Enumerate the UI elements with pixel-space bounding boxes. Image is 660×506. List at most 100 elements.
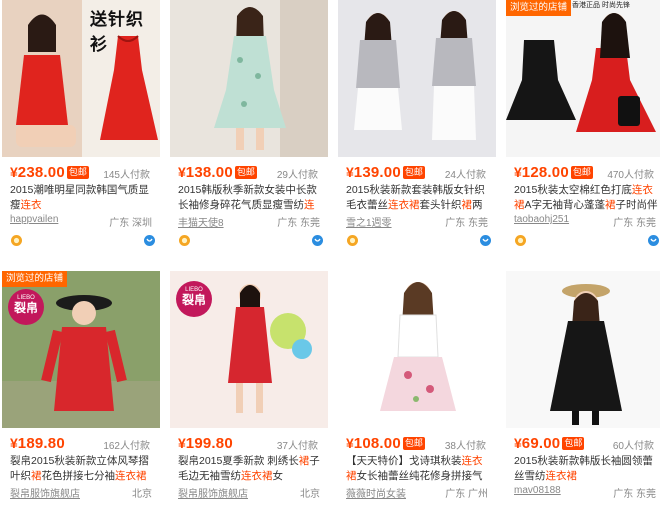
title-keyword: 连衣 (20, 199, 42, 211)
product-card[interactable]: ¥139.00 包邮 24人付款 2015秋装新款套装韩版女针织毛衣蕾丝连衣裙套头… (338, 0, 496, 262)
product-image[interactable] (338, 271, 496, 428)
dress-photo (170, 0, 328, 157)
wangwang-chat-icon[interactable] (647, 234, 660, 247)
card-icons (8, 234, 156, 248)
product-image[interactable]: 浏览过的店铺 LIEBO 裂帛 (2, 271, 160, 428)
shop-link[interactable]: 裂帛服饰旗舰店 (178, 485, 248, 500)
product-title-link[interactable]: 裂帛2015夏季新款 刺绣长裙子毛边无袖雪纺连衣裙女51140702 (178, 454, 324, 484)
product-title-link[interactable]: 2015秋装太空棉红色打底连衣裙A字无袖背心蓬蓬裙子时尚伴娘礼服 (514, 183, 660, 213)
price-line: ¥69.00 包邮 60人付款 (514, 435, 660, 452)
price-line: ¥189.80 162人付款 (10, 435, 156, 452)
shop-link[interactable]: mav08188 (514, 485, 561, 496)
price: 69.00 (521, 435, 561, 452)
dress-photo (338, 271, 496, 428)
promo-text: 送针织衫 (90, 10, 144, 54)
price-line: ¥128.00 包邮 470人付款 (514, 164, 660, 181)
visited-shop-badge: 浏览过的店铺 (506, 0, 572, 16)
free-shipping-badge: 包邮 (402, 437, 425, 450)
visited-shop-badge: 浏览过的店铺 (2, 271, 68, 287)
payers-count: 24人付款 (444, 170, 486, 181)
free-shipping-badge: 包邮 (234, 166, 257, 179)
title-text: 裂帛2015夏季新款 刺绣长 (178, 455, 299, 467)
shop-location: 广东 东莞 (613, 218, 656, 229)
currency-symbol: ¥ (514, 164, 522, 180)
shop-location: 广东 东莞 (445, 218, 488, 229)
price: 139.00 (353, 164, 401, 181)
product-image[interactable] (170, 0, 328, 157)
title-text: 套头针织 (419, 199, 462, 211)
payers-count: 38人付款 (444, 441, 486, 452)
liebo-logo-cn: 裂帛 (13, 301, 38, 315)
product-title-link[interactable]: 2015潮唯明星同款韩国气质显瘦连衣裙夏修身中裙无袖蓬蓬裙礼服秋 (10, 183, 156, 213)
medal-icon (515, 235, 526, 246)
price-line: ¥108.00 包邮 38人付款 (346, 435, 492, 452)
liebo-logo-en: LIEBO (185, 287, 203, 293)
title-keyword: 裙 (298, 455, 310, 467)
product-image[interactable]: 浏览过的店铺 香港正品 时尚先锋 (506, 0, 660, 157)
product-image[interactable] (506, 271, 660, 428)
medal-icon (347, 235, 358, 246)
shop-link[interactable]: 雪之1週零 (346, 214, 392, 229)
wangwang-chat-icon[interactable] (143, 234, 156, 247)
liebo-logo: LIEBO 裂帛 (176, 281, 212, 317)
price-line: ¥139.00 包邮 24人付款 (346, 164, 492, 181)
title-keyword: 裙 (31, 470, 42, 482)
shop-link[interactable]: 薇薇时尚女装 (346, 485, 406, 500)
shop-link[interactable]: taobaohj251 (514, 214, 569, 225)
payers-count: 29人付款 (276, 170, 318, 181)
product-image[interactable] (338, 0, 496, 157)
currency-symbol: ¥ (10, 164, 18, 180)
title-keyword: 连衣裙 (115, 470, 147, 482)
shop-location: 广东 东莞 (613, 489, 656, 500)
payers-count: 60人付款 (612, 441, 654, 452)
shop-location: 广东 东莞 (277, 218, 320, 229)
shop-location: 广东 广州 (445, 489, 488, 500)
price: 138.00 (185, 164, 233, 181)
free-shipping-badge: 包邮 (570, 166, 593, 179)
product-title-link[interactable]: 2015秋装新款韩版长袖圆领蕾丝雪纺连衣裙女 大码宽松a字打底裙短裙 (514, 454, 660, 484)
product-card[interactable]: 浏览过的店铺 LIEBO 裂帛 ¥189.80 162人付款 裂帛2015秋装新款立… (2, 271, 160, 506)
product-title-link[interactable]: 2015韩版秋季新款女装中长款长袖修身碎花气质显瘦雪纺连衣裙女裙 (178, 183, 324, 213)
product-card[interactable]: 送针织衫 ¥238.00 包邮 145人付款 2015潮唯明星同款韩国气质显瘦连衣… (2, 0, 160, 262)
medal-icon (179, 235, 190, 246)
liebo-logo-en: LIEBO (17, 295, 35, 301)
product-card[interactable]: ¥108.00 包邮 38人付款 【天天特价】戈诗琪秋装连衣裙女长袖蕾丝纯花修身拼… (338, 271, 496, 506)
wangwang-chat-icon[interactable] (311, 234, 324, 247)
product-title-link[interactable]: 裂帛2015秋装新款立体风琴摺叶织裙花色拼接七分袖连衣裙女51140711 (10, 454, 156, 484)
shop-link[interactable]: 丰猫天使8 (178, 214, 224, 229)
shop-link[interactable]: 裂帛服饰旗舰店 (10, 485, 80, 500)
title-text: 花色拼接七分袖 (41, 470, 116, 482)
brand-tag: 香港正品 时尚先锋 (572, 2, 630, 9)
title-keyword: 裙 (461, 199, 473, 211)
title-text: 2015秋装新款韩版长袖圆领蕾丝雪纺 (514, 455, 653, 482)
liebo-logo-cn: 裂帛 (181, 293, 206, 307)
card-icons (344, 234, 492, 248)
title-keyword: 连衣裙 (388, 199, 420, 211)
product-card[interactable]: LIEBO 裂帛 ¥199.80 37人付款 裂帛2015夏季新款 刺绣长裙子毛边… (170, 271, 328, 506)
free-shipping-badge: 包邮 (402, 166, 425, 179)
title-keyword: 连衣裙 (241, 470, 273, 482)
product-image[interactable]: 送针织衫 (2, 0, 160, 157)
title-text: A字无袖背心蓬蓬 (524, 199, 606, 211)
wangwang-chat-icon[interactable] (479, 234, 492, 247)
payers-count: 470人付款 (607, 170, 654, 181)
title-text: 2015韩版秋季新款女装中长款长袖修身碎花气质显瘦雪纺 (178, 184, 317, 211)
price-line: ¥138.00 包邮 29人付款 (178, 164, 324, 181)
currency-symbol: ¥ (178, 435, 186, 451)
payers-count: 145人付款 (103, 170, 150, 181)
product-card[interactable]: ¥69.00包邮 60人付款 2015秋装新款韩版长袖圆领蕾丝雪纺连衣裙女 大码… (506, 271, 660, 506)
title-text: 2015秋装太空棉红色打底 (514, 184, 632, 196)
title-text: 女长袖蕾丝纯花修身拼接气质淑女连 (356, 470, 483, 482)
currency-symbol: ¥ (346, 164, 354, 180)
price: 128.00 (521, 164, 569, 181)
currency-symbol: ¥ (346, 435, 354, 451)
price: 199.80 (185, 435, 233, 452)
title-keyword: 连衣裙 (545, 470, 578, 482)
product-card[interactable]: ¥138.00 包邮 29人付款 2015韩版秋季新款女装中长款长袖修身碎花气质显… (170, 0, 328, 262)
product-title-link[interactable]: 【天天特价】戈诗琪秋装连衣裙女长袖蕾丝纯花修身拼接气质淑女连 (346, 454, 492, 484)
product-image[interactable]: LIEBO 裂帛 (170, 271, 328, 428)
currency-symbol: ¥ (178, 164, 186, 180)
shop-link[interactable]: happvailen (10, 214, 58, 225)
product-title-link[interactable]: 2015秋装新款套装韩版女针织毛衣蕾丝连衣裙套头针织裙两件套女潮 (346, 183, 492, 213)
product-card[interactable]: 浏览过的店铺 香港正品 时尚先锋 ¥128.00 包邮 470人付款 2015秋装太… (506, 0, 660, 262)
